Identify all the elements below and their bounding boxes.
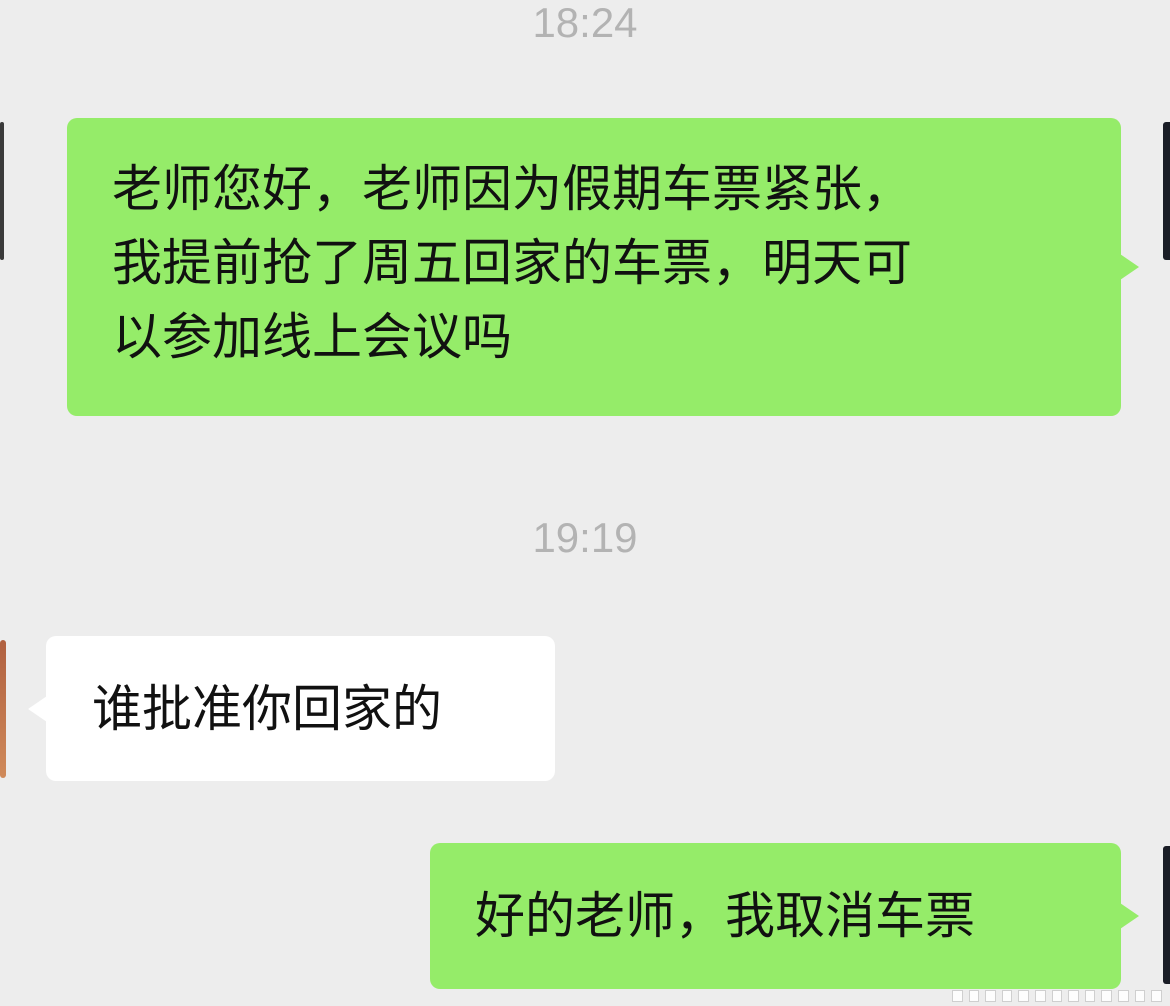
received-message-bubble[interactable]: 谁批准你回家的 bbox=[28, 636, 555, 781]
avatar[interactable] bbox=[1163, 122, 1170, 260]
message-timestamp: 19:19 bbox=[532, 514, 638, 561]
watermark-icon bbox=[952, 988, 1162, 1002]
sent-message-bubble[interactable]: 好的老师，我取消车票 bbox=[430, 843, 1139, 989]
sent-message-bubble[interactable]: 老师您好，老师因为假期车票紧张， 我提前抢了周五回家的车票，明天可 以参加线上会… bbox=[67, 118, 1139, 416]
message-line: 谁批准你回家的 bbox=[92, 680, 442, 738]
message-timestamp: 18:24 bbox=[532, 0, 638, 46]
message-line: 老师您好，老师因为假期车票紧张， bbox=[112, 160, 912, 218]
avatar[interactable] bbox=[1163, 846, 1170, 984]
avatar[interactable] bbox=[0, 640, 6, 778]
message-line: 我提前抢了周五回家的车票，明天可 bbox=[112, 234, 912, 292]
bubble-tail bbox=[1120, 254, 1139, 280]
avatar[interactable] bbox=[0, 122, 4, 260]
message-line: 好的老师，我取消车票 bbox=[475, 887, 975, 945]
message-line: 以参加线上会议吗 bbox=[112, 308, 512, 366]
bubble-tail bbox=[1120, 903, 1139, 929]
bubble-tail bbox=[28, 695, 47, 722]
